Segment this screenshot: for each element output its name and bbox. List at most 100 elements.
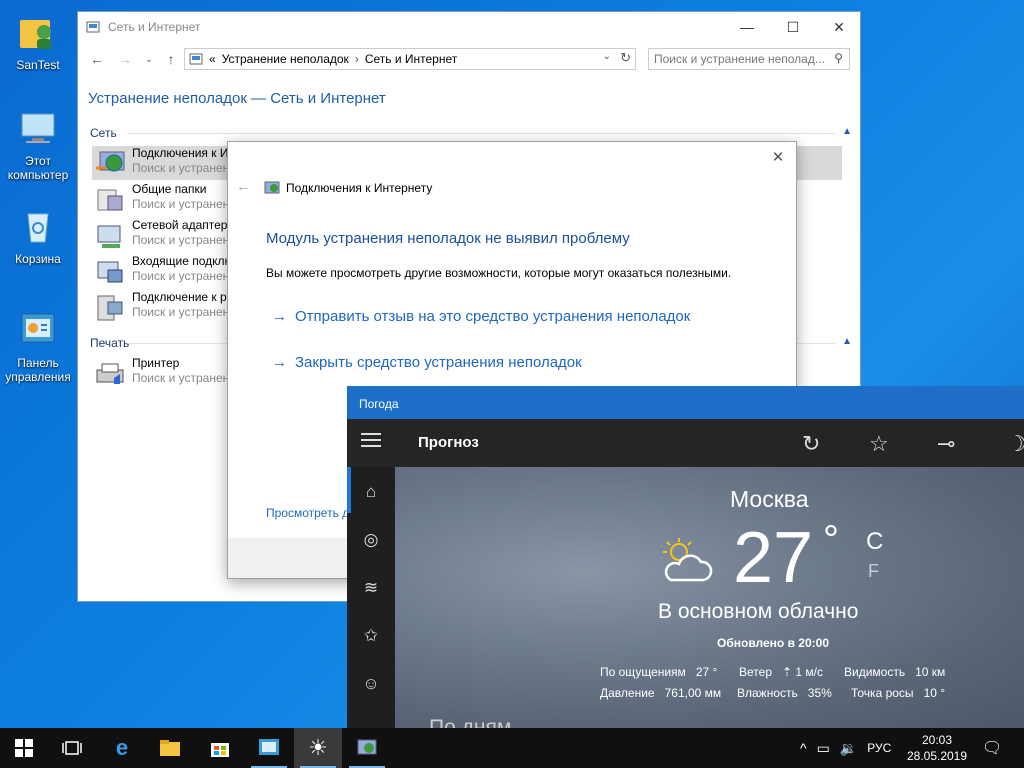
refresh-icon[interactable]: ↻	[802, 431, 820, 457]
weather-taskbar-icon[interactable]: ☀	[294, 728, 342, 768]
breadcrumb-chevron[interactable]: «	[209, 52, 216, 66]
language-indicator[interactable]: РУС	[867, 741, 891, 755]
link-label: Отправить отзыв на это средство устранен…	[295, 308, 691, 325]
fahrenheit-unit-button[interactable]: F	[868, 561, 879, 582]
group-label-printing: Печать	[90, 336, 130, 350]
task-view-icon	[62, 741, 82, 755]
desktop-icon-santest[interactable]: SanTest	[4, 12, 72, 72]
network-icon[interactable]: ▭	[817, 740, 830, 757]
dew-point: Точка росы 10 °	[851, 686, 946, 700]
send-feedback-link[interactable]: → Отправить отзыв на это средство устран…	[272, 308, 690, 325]
close-button[interactable]: ✕	[816, 12, 862, 42]
weather-app-window: Погода Прогноз ↻ ☆ ⊸ ☽ ⌂ ◎ ≋ ✩ ☺ Москва …	[347, 386, 1024, 728]
link-label: Закрыть средство устранения неполадок	[295, 354, 582, 371]
back-arrow-icon[interactable]: ←	[86, 47, 108, 71]
action-center-icon[interactable]: 🗨	[982, 728, 1002, 768]
shared-folders-icon	[97, 189, 123, 211]
group-divider	[128, 133, 836, 134]
result-heading: Модуль устранения неполадок не выявил пр…	[266, 230, 630, 247]
maximize-button[interactable]: ☐	[770, 12, 816, 42]
item-subtitle: Поиск и устранен	[132, 305, 230, 319]
feels-like: По ощущениям 27 °	[600, 665, 718, 679]
desktop-icon-label: Этот компьютер	[7, 154, 69, 182]
internet-globe-icon	[96, 151, 125, 172]
recent-chevron-icon[interactable]: ⌄	[138, 47, 160, 71]
clock-date: 28.05.2019	[906, 749, 968, 763]
clock[interactable]: 20:03 28.05.2019	[906, 728, 968, 768]
visibility: Видимость 10 км	[844, 665, 946, 679]
weather-title-bar: Погода	[347, 386, 1024, 419]
search-icon: ⚲	[834, 51, 843, 65]
search-input[interactable]: Поиск и устранение неполад... ⚲	[648, 48, 850, 70]
control-panel-taskbar-icon[interactable]	[245, 728, 293, 768]
address-bar[interactable]: « Устранение неполадок › Сеть и Интернет…	[184, 48, 636, 70]
item-title: Общие папки	[132, 182, 207, 196]
desktop-icon-label: SanTest	[16, 58, 60, 72]
moon-icon[interactable]: ☽	[1007, 431, 1024, 457]
dialog-close-button[interactable]: ✕	[766, 146, 790, 168]
app-title: Погода	[359, 397, 399, 411]
item-subtitle: Поиск и устранен	[132, 371, 230, 385]
sidebar-places-icon[interactable]: ✩	[347, 616, 395, 656]
weather-sidebar: ⌂ ◎ ≋ ✩ ☺	[347, 467, 395, 728]
result-description: Вы можете просмотреть другие возможности…	[266, 266, 732, 280]
desktop-icon-label: Панель управления	[5, 356, 71, 384]
group-label-network: Сеть	[90, 126, 117, 140]
refresh-icon[interactable]: ↻	[620, 50, 631, 66]
start-button[interactable]	[0, 728, 48, 768]
collapse-caret-icon[interactable]: ▲	[842, 126, 852, 137]
sidebar-radar-icon[interactable]: ◎	[347, 520, 395, 560]
search-placeholder: Поиск и устранение неполад...	[654, 52, 825, 66]
wind: Ветер ⇡ 1 м/с	[739, 665, 824, 679]
item-subtitle: Поиск и устранен	[132, 197, 230, 211]
wind-direction-icon: ⇡	[782, 665, 793, 679]
city-name: Москва	[730, 486, 809, 512]
pin-icon[interactable]: ⊸	[937, 431, 955, 457]
sidebar-home-icon[interactable]: ⌂	[347, 472, 395, 512]
volume-icon[interactable]: 🔉	[840, 740, 857, 757]
close-troubleshooter-link[interactable]: → Закрыть средство устранения неполадок	[272, 354, 582, 371]
dialog-header-label: Подключения к Интернету	[286, 181, 433, 195]
degree-symbol: °	[823, 518, 839, 562]
network-adapter-icon	[97, 225, 121, 248]
recycle-bin-icon	[27, 213, 49, 243]
file-explorer-icon[interactable]	[146, 728, 194, 768]
item-subtitle: Поиск и устранен	[132, 233, 230, 247]
internet-connections-icon	[264, 181, 280, 194]
up-arrow-icon[interactable]: ↑	[160, 47, 182, 71]
windows-logo-icon	[15, 739, 33, 757]
page-title: Прогноз	[418, 434, 479, 451]
show-hidden-icons-chevron-icon[interactable]: ^	[800, 740, 807, 756]
control-panel-icon	[21, 313, 55, 343]
back-arrow-icon[interactable]: ←	[236, 178, 251, 195]
favorite-star-icon[interactable]: ☆	[869, 431, 889, 457]
arrow-right-icon: →	[272, 308, 287, 325]
celsius-unit-button[interactable]: C	[866, 528, 883, 556]
desktop-icon-recycle-bin[interactable]: Корзина	[4, 206, 72, 266]
incoming-connections-icon	[97, 261, 123, 283]
task-view-button[interactable]	[48, 728, 96, 768]
edge-browser-icon[interactable]: e	[98, 728, 146, 768]
address-dropdown-icon[interactable]: ⌄	[603, 51, 611, 62]
breadcrumb-network[interactable]: Сеть и Интернет	[365, 52, 457, 66]
computer-icon	[21, 113, 55, 143]
arrow-right-icon: →	[272, 354, 287, 371]
collapse-caret-icon[interactable]: ▲	[842, 336, 852, 347]
item-subtitle: Поиск и устранен	[132, 161, 230, 175]
printer-icon	[96, 363, 124, 384]
sidebar-feedback-icon[interactable]: ☺	[347, 664, 395, 704]
view-more-link[interactable]: Просмотреть д	[266, 506, 348, 520]
troubleshooter-taskbar-icon[interactable]	[343, 728, 391, 768]
store-icon[interactable]	[196, 728, 244, 768]
breadcrumb-troubleshooting[interactable]: Устранение неполадок	[222, 52, 349, 66]
weather-toolbar: Прогноз ↻ ☆ ⊸ ☽	[347, 419, 1024, 467]
taskbar: e ☀ ^ ▭ 🔉 РУС 20:03 28.05.2019 🗨	[0, 728, 1024, 768]
desktop-icon-this-pc[interactable]: Этот компьютер	[4, 108, 72, 182]
hamburger-menu-icon[interactable]	[361, 433, 381, 451]
condition-text: В основном облачно	[658, 600, 859, 623]
system-tray: ^ ▭ 🔉 РУС	[800, 728, 891, 768]
sidebar-history-icon[interactable]: ≋	[347, 568, 395, 608]
desktop-icon-control-panel[interactable]: Панель управления	[4, 310, 72, 384]
minimize-button[interactable]: —	[724, 12, 770, 42]
forward-arrow-icon[interactable]: →	[114, 47, 136, 71]
